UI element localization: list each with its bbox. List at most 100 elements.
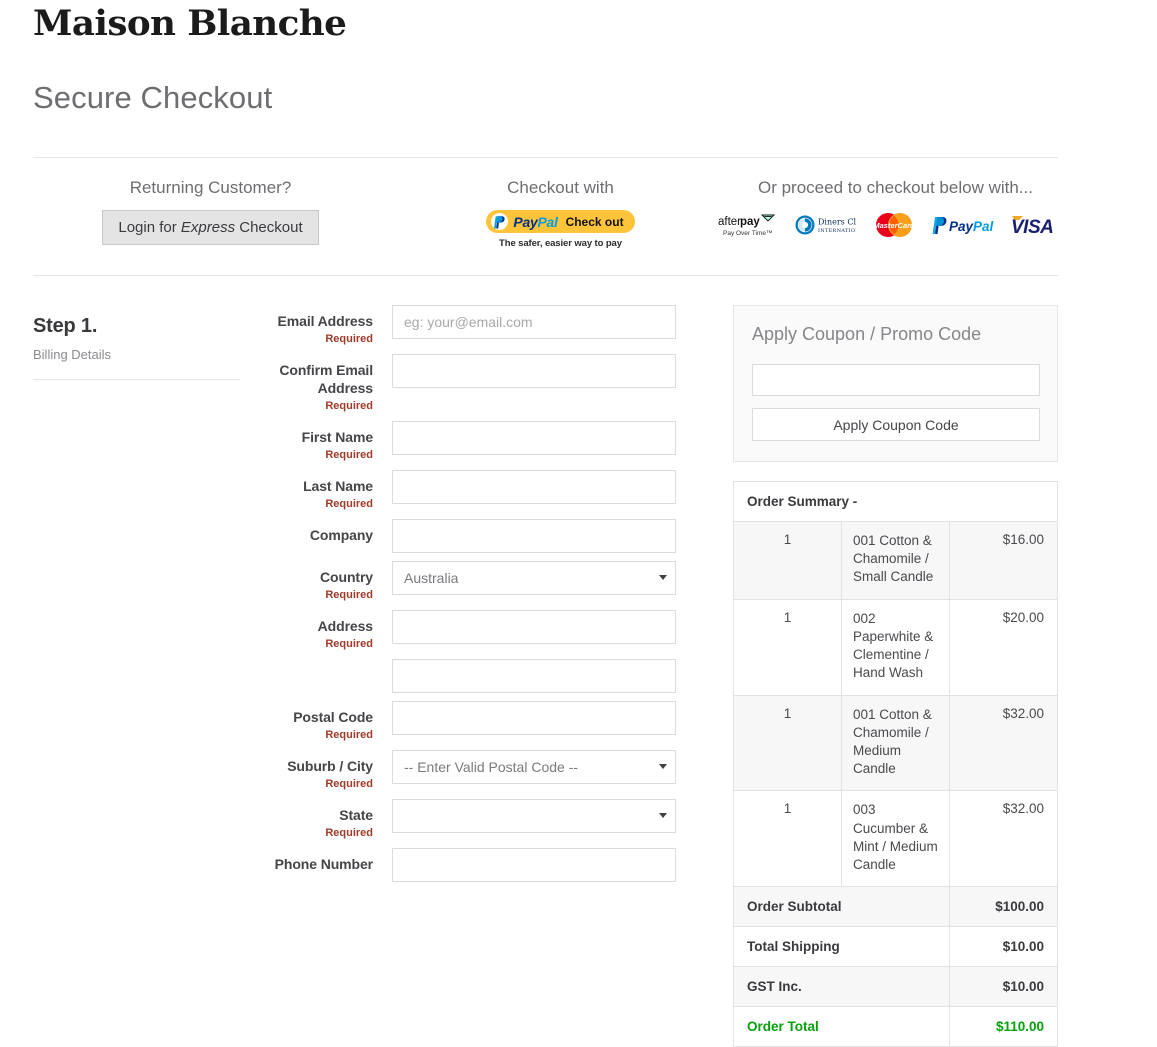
svg-text:pay: pay: [740, 216, 760, 228]
returning-customer-heading: Returning Customer?: [129, 178, 292, 197]
divider-bottom: [33, 275, 1058, 276]
order-summary-heading: Order Summary -: [733, 481, 1058, 522]
paypal-tagline: The safer, easier way to pay: [499, 237, 622, 249]
field-control-company: [392, 518, 708, 553]
express-checkout-bar: Returning Customer? Login for Express Ch…: [33, 178, 1058, 266]
billing-fields: Email AddressRequiredConfirm Email Addre…: [240, 305, 708, 890]
field-control-address-line-2: [392, 658, 708, 693]
field-required-note: Required: [325, 332, 373, 345]
apply-coupon-button[interactable]: Apply Coupon Code: [752, 408, 1040, 441]
step-indicator: Step 1. Billing Details: [33, 315, 240, 380]
field-row-address-line-1: Address Required: [240, 609, 708, 651]
input-last-name[interactable]: [392, 469, 676, 504]
svg-text:MasterCard: MasterCard: [873, 221, 915, 230]
field-row-confirm-email: Confirm Email Address Required: [240, 353, 708, 413]
order-total-value: $100.00: [949, 886, 1058, 928]
paypal-wordmark: PayPal: [513, 215, 557, 229]
order-total-label: Total Shipping: [733, 926, 950, 968]
order-item-row: 1 003 Cucumber & Mint / Medium Candle $32.…: [733, 790, 1058, 888]
select-wrap-state: [392, 798, 676, 833]
field-required-note: Required: [325, 448, 373, 461]
input-email-address[interactable]: [392, 305, 676, 339]
order-item-description: 003 Cucumber & Mint / Medium Candle: [841, 790, 950, 888]
order-item-price: $32.00: [949, 695, 1058, 792]
input-confirm-email[interactable]: [392, 353, 676, 388]
input-postal-code[interactable]: [392, 700, 676, 735]
select-country[interactable]: Australia: [392, 560, 676, 595]
select-state[interactable]: [392, 798, 676, 833]
order-total-label: Order Total: [747, 1019, 819, 1035]
order-summary-header-row: Order Summary -: [733, 481, 1058, 522]
field-row-postal-code: Postal Code Required: [240, 700, 708, 742]
field-required-note: Required: [325, 497, 373, 510]
diners-club-logo-icon: Diners Club INTERNATIONAL: [794, 213, 867, 242]
order-item-description: 001 Cotton & Chamomile / Medium Candle: [841, 695, 950, 792]
field-required-note: Required: [325, 637, 373, 650]
login-express-checkout-button[interactable]: Login for Express Checkout: [102, 210, 319, 246]
page-title: Secure Checkout: [33, 80, 273, 115]
field-required-note: Required: [325, 399, 373, 412]
order-item-qty: 1: [733, 790, 842, 888]
order-item-qty: 1: [733, 695, 842, 792]
field-label-text: State: [339, 806, 373, 823]
select-suburb-city[interactable]: -- Enter Valid Postal Code --: [392, 749, 676, 784]
input-phone-number[interactable]: [392, 847, 676, 882]
paypal-wordmark-pay: Pay: [513, 213, 538, 230]
brand-logo: Maison Blanche: [33, 3, 347, 44]
field-label-address-line-2: [240, 659, 392, 667]
field-required-note: Required: [325, 826, 373, 839]
step-subtitle: Billing Details: [33, 347, 112, 362]
login-button-emphasis: Express: [180, 219, 236, 237]
input-company[interactable]: [392, 518, 676, 553]
field-label-text: Email Address: [277, 313, 374, 329]
svg-text:after: after: [718, 216, 741, 228]
field-control-confirm-email: [392, 353, 708, 388]
afterpay-logo-icon: after pay Pay Over Time™: [718, 212, 780, 243]
paypal-monogram-icon: [491, 213, 509, 231]
step-title: Step 1.: [33, 315, 98, 337]
accepted-cards-heading: Or proceed to checkout below with...: [758, 178, 1033, 197]
order-total-value: $10.00: [949, 966, 1058, 1008]
field-row-company: Company: [240, 518, 708, 553]
input-address-line-2[interactable]: [392, 658, 676, 693]
order-item-description: 002 Paperwhite & Clementine / Hand Wash: [841, 599, 950, 696]
order-sidebar: Apply Coupon / Promo Code Apply Coupon C…: [733, 305, 1058, 1047]
coupon-code-input[interactable]: [752, 364, 1040, 396]
paypal-wordmark-pal: Pal: [537, 213, 558, 230]
order-item-price: $16.00: [949, 521, 1058, 600]
svg-text:Pay Over Time™: Pay Over Time™: [723, 230, 772, 237]
order-item-row: 1 001 Cotton & Chamomile / Medium Candle $…: [733, 695, 1058, 792]
field-required-note: Required: [325, 588, 373, 601]
field-control-email-address: [392, 305, 708, 339]
field-control-first-name: [392, 420, 708, 455]
field-control-phone-number: [392, 847, 708, 882]
field-row-address-line-2: [240, 658, 708, 693]
order-total-row: Order Total $110.00: [734, 1006, 1058, 1047]
divider-top: [33, 157, 1058, 158]
field-label-text: Country: [320, 568, 373, 585]
order-item-row: 1 002 Paperwhite & Clementine / Hand Wash…: [733, 599, 1058, 696]
order-summary-table: Order Summary - 1 001 Cotton & Chamomile /…: [733, 481, 1058, 1047]
field-control-country: Australia: [392, 560, 708, 595]
paypal-button-wrap: PayPal Check out The safer, easier way t…: [388, 210, 733, 249]
order-item-qty: 1: [733, 599, 842, 696]
field-label-postal-code: Postal Code Required: [240, 701, 392, 742]
field-control-last-name: [392, 469, 708, 504]
order-total-value: $110.00: [949, 1006, 1058, 1047]
svg-text:INTERNATIONAL: INTERNATIONAL: [818, 228, 856, 234]
login-button-suffix: Checkout: [235, 219, 303, 237]
input-address-line-1[interactable]: [392, 609, 676, 644]
field-label-email-address: Email Address Required: [240, 305, 392, 346]
field-row-country: Country Required Australia: [240, 560, 708, 602]
paypal-heading: Checkout with: [507, 178, 614, 197]
order-total-value: $10.00: [949, 926, 1058, 968]
field-row-email-address: Email Address Required: [240, 305, 708, 346]
field-label-text: Confirm Email Address: [279, 361, 373, 396]
paypal-checkout-button[interactable]: PayPal Check out: [486, 210, 635, 234]
field-label-state: State Required: [240, 799, 392, 840]
field-label-text: First Name: [301, 428, 373, 445]
svg-text:Diners Club: Diners Club: [818, 218, 856, 227]
field-row-phone-number: Phone Number: [240, 847, 708, 882]
input-first-name[interactable]: [392, 420, 676, 455]
returning-customer-column: Returning Customer? Login for Express Ch…: [33, 178, 388, 246]
